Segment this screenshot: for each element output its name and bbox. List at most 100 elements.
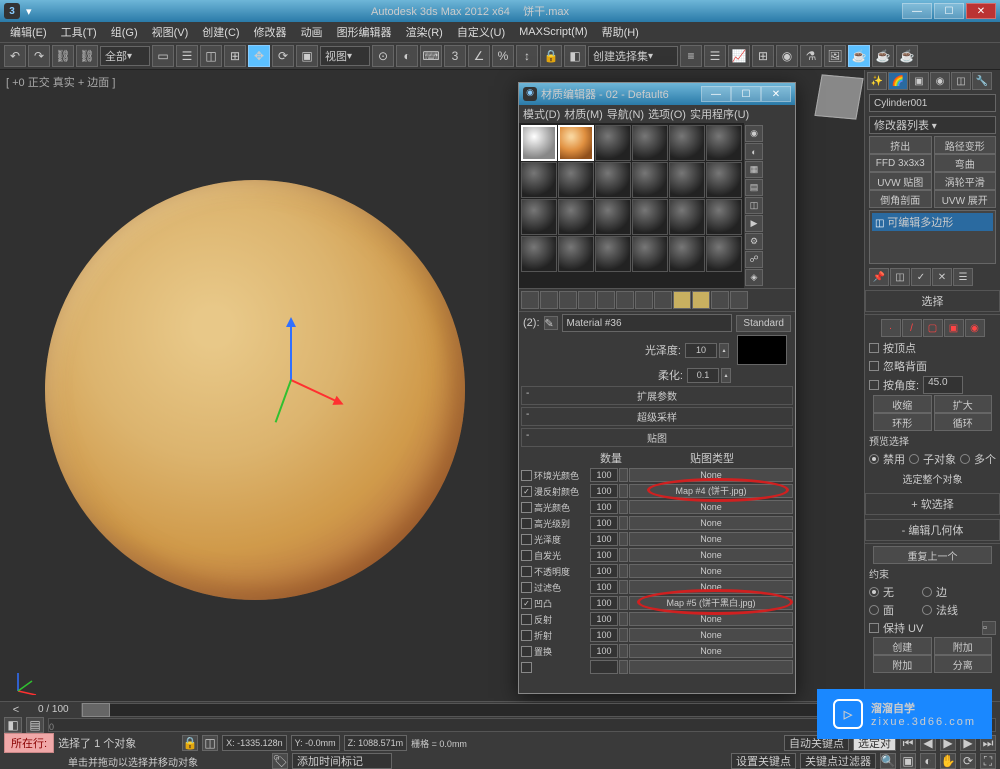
gloss-spinner[interactable]: ▴ (719, 343, 729, 358)
get-material-button[interactable] (521, 291, 539, 309)
stack-config-button[interactable]: ☰ (953, 268, 973, 286)
select-name-button[interactable]: ☰ (176, 45, 198, 67)
keyb-button[interactable]: ⌨ (420, 45, 442, 67)
object-name-field[interactable] (869, 94, 996, 112)
subobj-polygon[interactable]: ▣ (944, 319, 964, 337)
menu-grapheditor[interactable]: 图形编辑器 (331, 22, 398, 42)
map-btn-9[interactable]: None (629, 612, 793, 626)
map-spin-0[interactable] (619, 468, 628, 482)
mat-slot-11[interactable] (706, 162, 742, 198)
mat-slot-5[interactable] (706, 125, 742, 161)
btn-addl[interactable]: 附加 (873, 655, 932, 673)
map-spin-10[interactable] (619, 628, 628, 642)
mat-slot-18[interactable] (521, 236, 557, 272)
teapot2-button[interactable]: ☕ (896, 45, 918, 67)
btn-shrink[interactable]: 收缩 (873, 395, 932, 413)
select-by-mat-button[interactable]: ☍ (745, 251, 763, 268)
btn-bevel[interactable]: 倒角剖面 (869, 190, 932, 208)
map-spin-3[interactable] (619, 516, 628, 530)
matedit-maximize[interactable]: ☐ (731, 86, 761, 102)
map-btn-8[interactable]: Map #5 (饼干黑白.jpg) (629, 596, 793, 610)
chk-ignoreback[interactable] (869, 361, 879, 371)
menu-animation[interactable]: 动画 (295, 22, 329, 42)
angle-snap-button[interactable]: ∠ (468, 45, 490, 67)
matedit-close[interactable]: ✕ (761, 86, 791, 102)
map-btn-2[interactable]: None (629, 500, 793, 514)
matedit-titlebar[interactable]: ◉ 材质编辑器 - 02 - Default6 — ☐ ✕ (519, 83, 795, 105)
map-spin-7[interactable] (619, 580, 628, 594)
map-btn-0[interactable]: None (629, 468, 793, 482)
maprow-extra-amt[interactable] (590, 660, 618, 674)
maximize-button[interactable]: ☐ (934, 3, 964, 19)
map-spin-6[interactable] (619, 564, 628, 578)
chk-byangle[interactable] (869, 380, 879, 390)
backlight-button[interactable]: ◐ (745, 143, 763, 160)
map-amt-10[interactable]: 100 (590, 628, 618, 642)
app-logo-icon[interactable]: 3 (4, 3, 20, 19)
render-frame-button[interactable]: 🖼 (824, 45, 846, 67)
mat-slot-17[interactable] (706, 199, 742, 235)
eyedropper-button[interactable]: ✎ (544, 316, 558, 330)
nav-zoomall-button[interactable]: ▣ (900, 753, 916, 769)
chk-preserveuv[interactable] (869, 623, 879, 633)
tab-create[interactable]: ✨ (867, 72, 887, 90)
script-listener-label[interactable]: 所在行: (4, 733, 54, 753)
show-in-vp-button[interactable] (673, 291, 691, 309)
mat-slot-8[interactable] (595, 162, 631, 198)
map-amt-11[interactable]: 100 (590, 644, 618, 658)
mat-slot-3[interactable] (632, 125, 668, 161)
close-button[interactable]: ✕ (966, 3, 996, 19)
map-spin-1[interactable] (619, 484, 628, 498)
snap-button[interactable]: 3 (444, 45, 466, 67)
rollout-maps[interactable]: 贴图 (521, 428, 793, 447)
mat-slot-19[interactable] (558, 236, 594, 272)
move-button[interactable]: ✥ (248, 45, 270, 67)
menu-modifiers[interactable]: 修改器 (248, 22, 293, 42)
map-amt-9[interactable]: 100 (590, 612, 618, 626)
map-chk-0[interactable] (521, 470, 532, 481)
subobj-edge[interactable]: / (902, 319, 922, 337)
maprow-extra-chk[interactable] (521, 662, 532, 673)
mat-slot-13[interactable] (558, 199, 594, 235)
mat-slot-1[interactable] (558, 125, 594, 161)
radio-off[interactable] (869, 454, 879, 464)
map-amt-7[interactable]: 100 (590, 580, 618, 594)
modifier-stack[interactable]: ◫ 可编辑多边形 (869, 210, 996, 264)
viewport-label[interactable]: [ +0 正交 真实 + 边面 ] (6, 74, 115, 90)
redo-button[interactable]: ↷ (28, 45, 50, 67)
matmenu-nav[interactable]: 导航(N) (607, 106, 644, 122)
map-chk-3[interactable] (521, 518, 532, 529)
tab-hierarchy[interactable]: ▣ (909, 72, 929, 90)
subobj-element[interactable]: ◉ (965, 319, 985, 337)
menu-group[interactable]: 组(G) (105, 22, 144, 42)
nav-pan-button[interactable]: ✋ (940, 753, 956, 769)
mirror-button[interactable]: ◧ (564, 45, 586, 67)
radio-con-face[interactable] (869, 605, 879, 615)
mat-slot-9[interactable] (632, 162, 668, 198)
trackbar-filter-button[interactable]: ▤ (26, 717, 44, 733)
center-button[interactable]: ⊙ (372, 45, 394, 67)
map-chk-11[interactable] (521, 646, 532, 657)
assign-to-sel-button[interactable] (559, 291, 577, 309)
map-amt-3[interactable]: 100 (590, 516, 618, 530)
matmenu-options[interactable]: 选项(O) (648, 106, 686, 122)
soft-field[interactable]: 0.1 (687, 368, 719, 383)
time-slider-handle[interactable] (82, 703, 110, 717)
mat-slot-23[interactable] (706, 236, 742, 272)
mat-map-nav-button[interactable]: ◈ (745, 269, 763, 286)
scale-button[interactable]: ▣ (296, 45, 318, 67)
matedit-minimize[interactable]: — (701, 86, 731, 102)
map-btn-6[interactable]: None (629, 564, 793, 578)
menu-customize[interactable]: 自定义(U) (451, 22, 511, 42)
map-amt-8[interactable]: 100 (590, 596, 618, 610)
map-chk-6[interactable] (521, 566, 532, 577)
angle-field[interactable]: 45.0 (923, 376, 963, 394)
mat-slot-2[interactable] (595, 125, 631, 161)
material-editor-button[interactable]: ◉ (776, 45, 798, 67)
gizmo-z-axis-icon[interactable] (290, 320, 292, 380)
map-spin-2[interactable] (619, 500, 628, 514)
rollout-selection[interactable]: 选择 (865, 290, 1000, 312)
rollout-extparams[interactable]: 扩展参数 (521, 386, 793, 405)
radio-con-normal[interactable] (922, 605, 932, 615)
align-button[interactable]: ≡ (680, 45, 702, 67)
